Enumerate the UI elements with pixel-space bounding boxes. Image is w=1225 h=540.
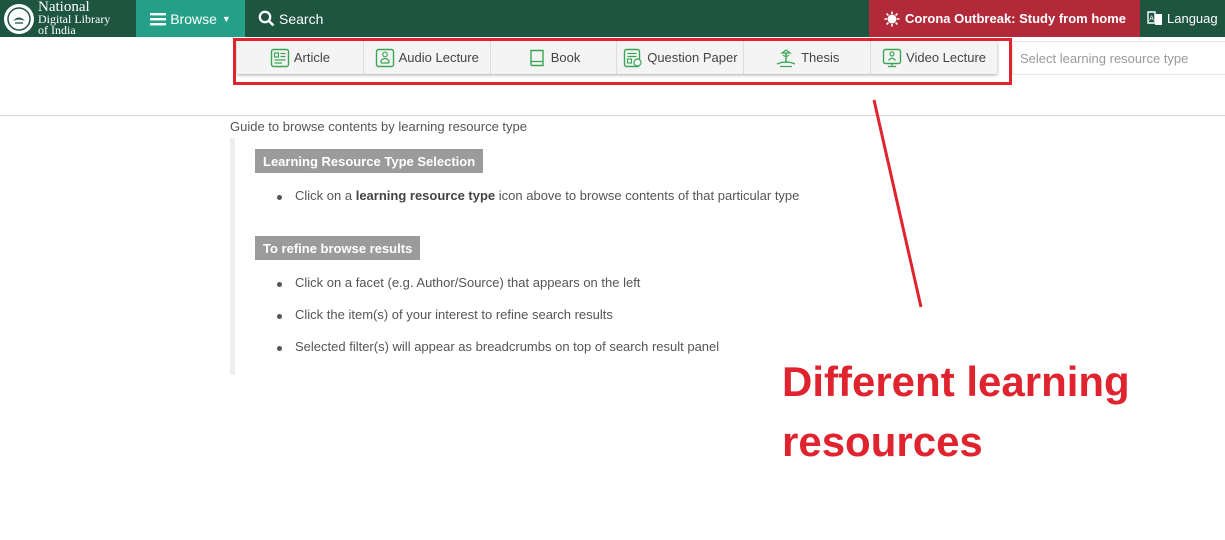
- annotation-line-1: Different learning: [782, 358, 1130, 405]
- annotation-line-2: resources: [782, 418, 983, 465]
- annotation-text: Different learning resources: [782, 352, 1202, 472]
